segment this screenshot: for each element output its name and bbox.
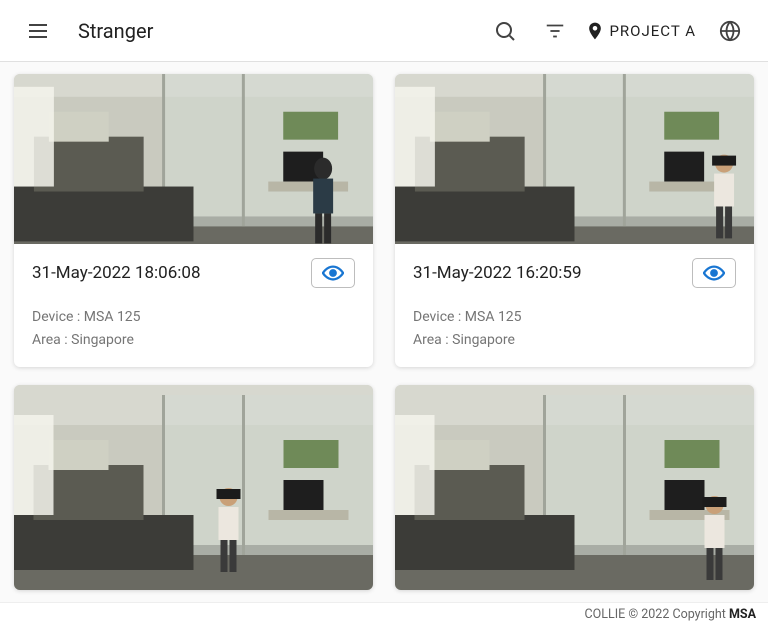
menu-icon[interactable] bbox=[18, 11, 58, 51]
event-timestamp: 31-May-2022 16:20:59 bbox=[413, 263, 582, 283]
event-thumbnail[interactable] bbox=[14, 385, 373, 590]
event-card bbox=[14, 385, 373, 590]
footer-text: COLLIE © 2022 Copyright bbox=[585, 607, 729, 622]
project-label: PROJECT A bbox=[609, 22, 696, 40]
device-value: MSA 125 bbox=[84, 309, 141, 325]
footer-brand: MSA bbox=[729, 607, 756, 622]
event-card: 31-May-2022 18:06:08 Device : MSA 125 Ar… bbox=[14, 74, 373, 367]
event-meta: Device : MSA 125 Area : Singapore bbox=[413, 306, 736, 351]
location-icon bbox=[585, 21, 605, 41]
project-selector[interactable]: PROJECT A bbox=[585, 21, 696, 41]
event-meta: Device : MSA 125 Area : Singapore bbox=[32, 306, 355, 351]
view-button[interactable] bbox=[692, 258, 736, 288]
top-app-bar: Stranger PROJECT A bbox=[0, 0, 768, 62]
footer: COLLIE © 2022 Copyright MSA bbox=[0, 602, 768, 626]
area-label: Area : bbox=[413, 332, 452, 348]
eye-icon bbox=[703, 262, 725, 284]
event-grid: 31-May-2022 18:06:08 Device : MSA 125 Ar… bbox=[0, 62, 768, 602]
event-card: 31-May-2022 16:20:59 Device : MSA 125 Ar… bbox=[395, 74, 754, 367]
page-title: Stranger bbox=[78, 19, 475, 43]
filter-icon[interactable] bbox=[535, 11, 575, 51]
globe-icon[interactable] bbox=[710, 11, 750, 51]
view-button[interactable] bbox=[311, 258, 355, 288]
event-thumbnail[interactable] bbox=[395, 74, 754, 244]
search-icon[interactable] bbox=[485, 11, 525, 51]
device-label: Device : bbox=[413, 309, 465, 325]
event-card bbox=[395, 385, 754, 590]
device-value: MSA 125 bbox=[465, 309, 522, 325]
device-label: Device : bbox=[32, 309, 84, 325]
event-thumbnail[interactable] bbox=[14, 74, 373, 244]
event-timestamp: 31-May-2022 18:06:08 bbox=[32, 263, 201, 283]
area-label: Area : bbox=[32, 332, 71, 348]
area-value: Singapore bbox=[452, 332, 515, 348]
area-value: Singapore bbox=[71, 332, 134, 348]
event-thumbnail[interactable] bbox=[395, 385, 754, 590]
eye-icon bbox=[322, 262, 344, 284]
